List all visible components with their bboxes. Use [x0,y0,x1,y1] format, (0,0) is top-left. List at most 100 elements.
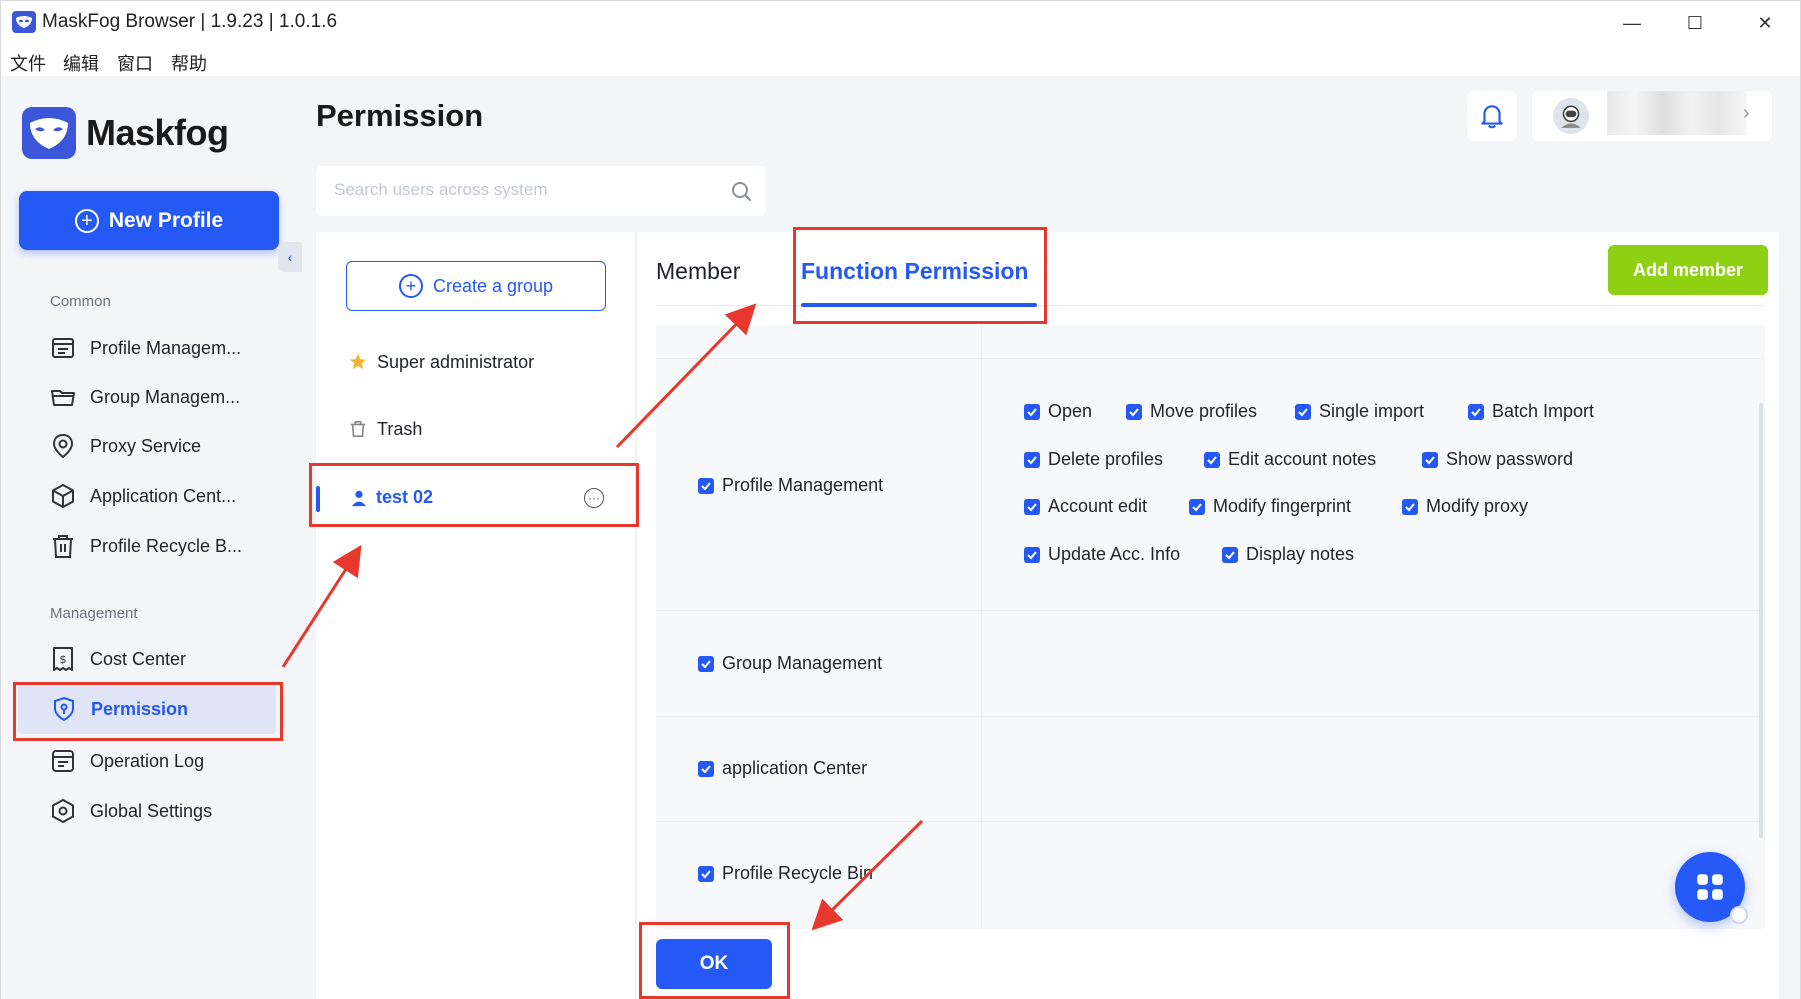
checkbox-open[interactable]: Open [1024,401,1092,422]
checkbox-profile-recycle-bin[interactable]: Profile Recycle Bin [698,863,873,884]
app-mask-icon [12,11,36,33]
checkbox-label: Modify proxy [1426,496,1529,516]
minimize-button[interactable]: — [1612,8,1652,38]
menu-bar [0,46,1801,76]
new-profile-button[interactable]: + New Profile [19,191,279,250]
checkbox-application-center[interactable]: application Center [698,758,867,779]
checkbox-show-password[interactable]: Show password [1422,449,1573,470]
checkbox-delete-profiles[interactable]: Delete profiles [1024,449,1163,470]
collapse-sidebar-button[interactable]: ‹ [278,242,302,272]
close-window-button[interactable]: ✕ [1745,8,1785,38]
minimize-icon: — [1623,12,1641,33]
location-pin-icon [52,433,74,459]
checkbox-checked-icon [1024,498,1040,515]
annotation-box-group [309,463,639,527]
annotation-box-function-tab [793,227,1047,324]
checkbox-label: Edit account notes [1228,449,1377,469]
checkbox-label: Display notes [1246,544,1355,564]
username-blurred [1607,91,1747,135]
checkbox-checked-icon [1222,546,1238,563]
checkbox-checked-icon [698,655,714,672]
menu-help[interactable]: 帮助 [171,50,207,76]
nav-label: Global Settings [90,800,213,821]
checkbox-checked-icon [1402,498,1418,515]
astronaut-avatar-icon [1561,105,1581,128]
bell-icon [1481,105,1503,129]
checkbox-update-acc-info[interactable]: Update Acc. Info [1024,544,1180,565]
group-super-administrator[interactable]: Super administrator [349,347,534,377]
window-title: MaskFog Browser | 1.9.23 | 1.0.1.6 [42,11,338,32]
nav-application-center[interactable]: Application Cent... [50,475,280,517]
nav-label: Proxy Service [90,435,202,456]
trash-icon [53,535,73,558]
checkbox-account-edit[interactable]: Account edit [1024,496,1147,517]
column-divider [981,325,982,929]
nav-proxy-service[interactable]: Proxy Service [50,425,280,467]
group-label: Super administrator [377,351,535,372]
checkbox-label: Profile Recycle Bin [722,863,874,883]
checkbox-edit-account-notes[interactable]: Edit account notes [1204,449,1376,470]
create-group-button[interactable]: + Create a group [346,261,606,311]
nav-label: Profile Managem... [90,337,242,358]
notifications-button[interactable] [1467,91,1517,141]
new-profile-label: New Profile [108,208,224,232]
checkbox-label: Show password [1446,449,1574,469]
nav-profile-management[interactable]: Profile Managem... [50,327,280,369]
hexagon-box-icon [52,483,74,509]
nav-label: Operation Log [90,750,205,771]
checkbox-checked-icon [698,760,714,777]
checkbox-label: Open [1048,401,1093,421]
maximize-button[interactable]: ☐ [1675,8,1715,38]
checkbox-label: Move profiles [1150,401,1258,421]
checkbox-label: Account edit [1048,496,1148,516]
fab-add-badge-icon [1730,906,1748,924]
menu-file[interactable]: 文件 [10,50,46,76]
checkbox-checked-icon [1024,546,1040,563]
row-divider [656,358,1765,359]
nav-group-management[interactable]: Group Managem... [50,376,280,418]
checkbox-label: Update Acc. Info [1048,544,1181,564]
checkbox-checked-icon [698,477,714,494]
nav-operation-log[interactable]: Operation Log [50,740,280,782]
checkbox-move-profiles[interactable]: Move profiles [1126,401,1257,422]
checkbox-modify-proxy[interactable]: Modify proxy [1402,496,1528,517]
checkbox-checked-icon [1024,403,1040,420]
section-management-label: Management [50,605,138,622]
log-icon [52,750,74,772]
section-common-label: Common [50,293,111,310]
checkbox-profile-management[interactable]: Profile Management [698,475,883,496]
annotation-box-permission-nav [13,682,283,741]
maximize-icon: ☐ [1686,12,1704,33]
checkbox-checked-icon [1422,451,1438,468]
checkbox-label: Batch Import [1492,401,1595,421]
scrollbar[interactable] [1759,403,1763,838]
nav-label: Profile Recycle B... [90,535,243,556]
checkbox-modify-fingerprint[interactable]: Modify fingerprint [1189,496,1351,517]
group-trash[interactable]: Trash [349,414,422,444]
nav-cost-center[interactable]: $ Cost Center [50,638,280,680]
chevron-right-icon: › [1743,102,1750,124]
menu-edit[interactable]: 编辑 [63,50,99,76]
dollar-receipt-icon: $ [53,647,73,671]
logo-text: Maskfog [86,112,229,153]
checkbox-checked-icon [1204,451,1220,468]
checkbox-label: Single import [1319,401,1425,421]
avatar[interactable] [1553,98,1589,134]
checkbox-checked-icon [1189,498,1205,515]
svg-text:$: $ [60,653,67,666]
checkbox-checked-icon [698,865,714,882]
checkbox-group-management[interactable]: Group Management [698,653,882,674]
search-icon[interactable] [730,180,752,202]
nav-global-settings[interactable]: Global Settings [50,790,280,832]
checkbox-single-import[interactable]: Single import [1295,401,1424,422]
checkbox-display-notes[interactable]: Display notes [1222,544,1354,565]
add-member-button[interactable]: Add member [1608,245,1768,295]
menu-window[interactable]: 窗口 [117,50,153,76]
create-group-label: Create a group [432,275,554,296]
nav-label: Application Cent... [90,485,237,506]
search-input[interactable] [334,180,714,200]
settings-hexagon-icon [52,798,74,824]
tab-member[interactable]: Member [656,258,740,285]
checkbox-batch-import[interactable]: Batch Import [1468,401,1594,422]
nav-profile-recycle-bin[interactable]: Profile Recycle B... [50,525,280,567]
